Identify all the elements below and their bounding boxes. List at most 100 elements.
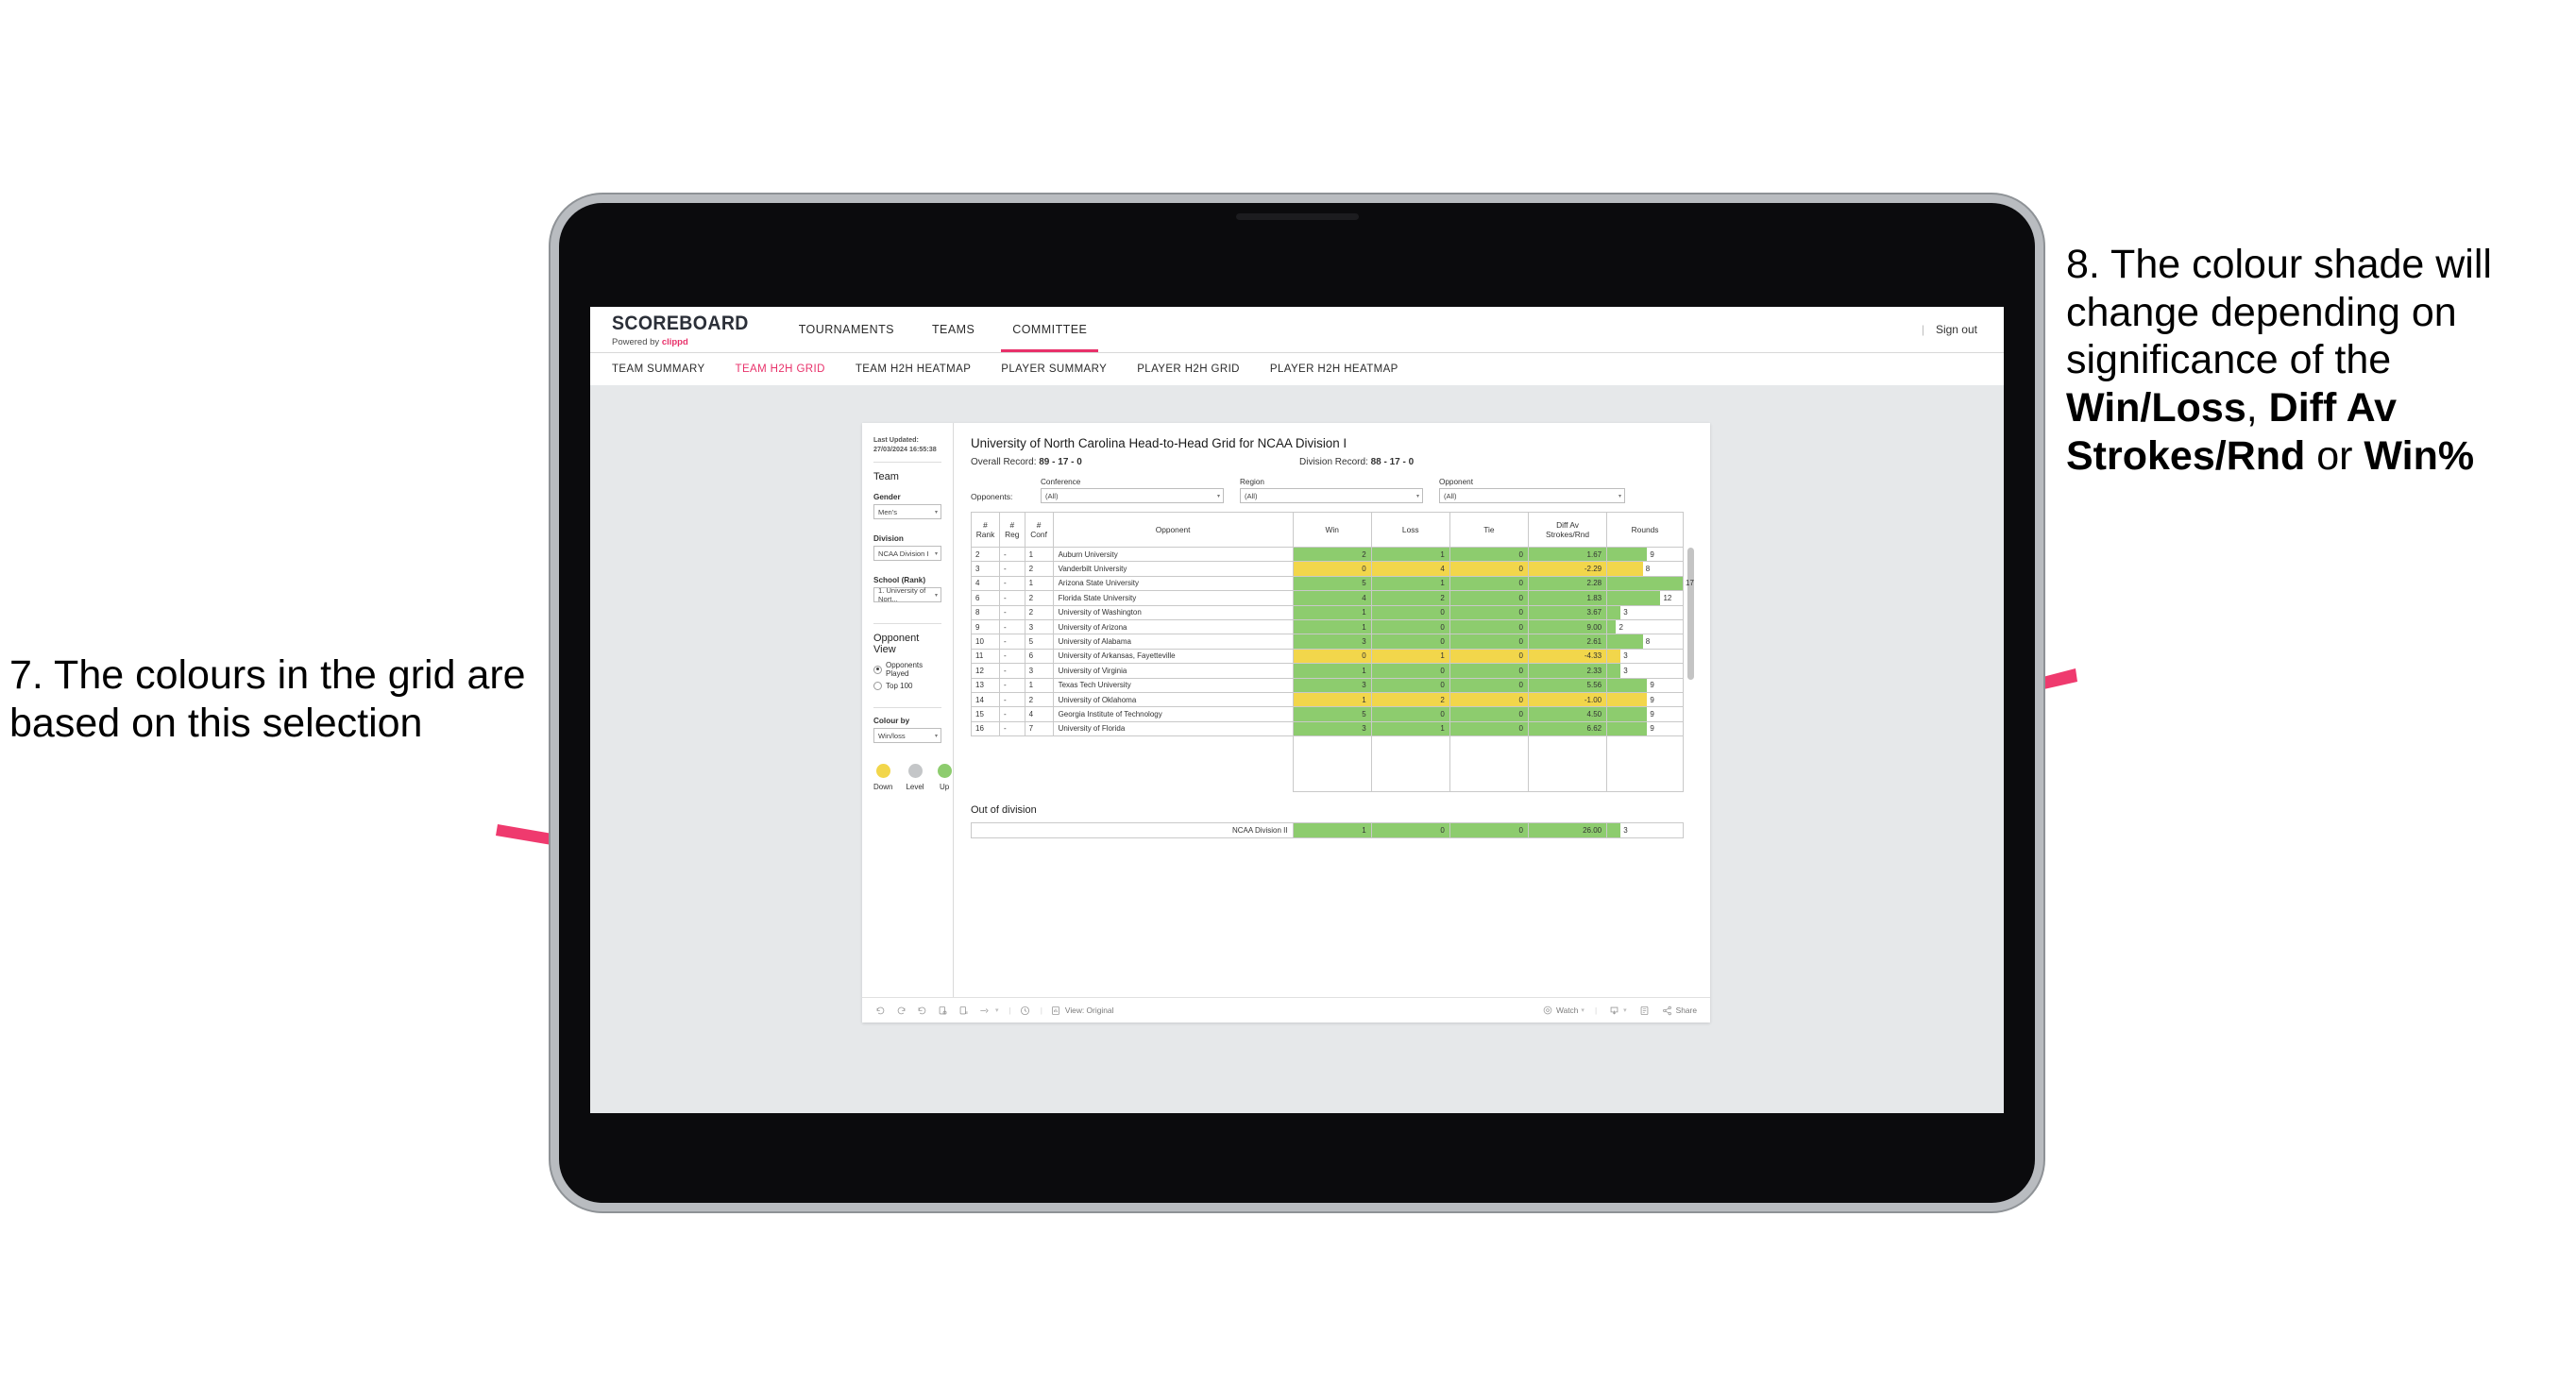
table-row[interactable]: 14-2 University of Oklahoma 1 2 0 -1.00 9 [970,691,1684,708]
school-label: School (Rank) [873,576,926,585]
cell-opponent: Georgia Institute of Technology [1052,706,1294,722]
table-row[interactable]: 16-7 University of Florida 3 1 0 6.62 9 [970,720,1684,737]
cell-tie: 0 [1449,706,1529,722]
share-button[interactable]: Share [1662,1006,1697,1016]
cell-rounds: 9 [1606,691,1684,708]
out-of-division-row[interactable]: NCAA Division II 1 0 0 26.00 3 [971,822,1684,839]
cell-loss: 2 [1370,590,1450,606]
cell-rounds: 3 [1606,663,1684,679]
table-vertical-scrollbar[interactable] [1687,548,1694,680]
cell-loss: 1 [1370,546,1450,563]
subnav-item-player-h2h-heatmap[interactable]: PLAYER H2H HEATMAP [1270,363,1398,375]
filter-conference-select[interactable]: (All) ▾ [1041,488,1224,503]
divider [873,623,941,625]
table-row[interactable]: 8-2 University of Washington 1 0 0 3.67 3 [970,604,1684,620]
cell-reg: - [999,604,1025,620]
filter-region-select[interactable]: (All) ▾ [1240,488,1423,503]
col-loss[interactable]: Loss [1370,512,1450,548]
col-opponent[interactable]: Opponent [1052,512,1294,548]
radio-opponents-played[interactable]: Opponents Played [873,661,941,678]
cell-rounds: 8 [1606,561,1684,577]
radio-top-100[interactable]: Top 100 [873,682,941,691]
colour-by-select[interactable]: Win/loss ▾ [873,728,941,744]
division-select[interactable]: NCAA Division I ▾ [873,546,941,562]
table-row[interactable]: 6-2 Florida State University 4 2 0 1.83 12 [970,590,1684,606]
col-rounds[interactable]: Rounds [1606,512,1684,548]
cell-conf: 3 [1024,618,1054,635]
signout-link[interactable]: Sign out [1936,323,1977,336]
col-diff[interactable]: Diff Av Strokes/Rnd [1527,512,1608,548]
cell-tie: 0 [1449,822,1530,839]
rounds-value: 3 [1623,608,1628,617]
col-win[interactable]: Win [1292,512,1372,548]
cell-win: 5 [1292,706,1372,722]
col-conf[interactable]: # Conf [1024,512,1054,548]
rounds-value: 17 [1683,579,1694,587]
table-row[interactable]: 11-6 University of Arkansas, Fayetteville… [970,648,1684,665]
rounds-value: 8 [1645,565,1651,574]
col-tie[interactable]: Tie [1449,512,1529,548]
cell-conf: 3 [1024,663,1054,679]
cell-opponent: Texas Tech University [1052,677,1294,693]
table-row[interactable]: 9-3 University of Arizona 1 0 0 9.00 2 [970,618,1684,635]
toolbar-divider: | [1008,1006,1011,1015]
revert-icon[interactable] [917,1006,927,1016]
legend-label-up: Up [939,783,950,792]
table-row[interactable]: 4-1Arizona State University5102.2817 [970,575,1694,592]
refresh-icon[interactable] [938,1006,948,1016]
colour-by-label: Colour by [873,717,910,726]
cell-loss: 1 [1370,575,1450,592]
subnav-item-team-summary[interactable]: TEAM SUMMARY [612,363,705,375]
toolbar-right-group: Watch ▾ | ▾ Share [1531,1006,1697,1016]
col-reg[interactable]: # Reg [999,512,1025,548]
cell-win: 2 [1292,546,1372,563]
fullscreen-icon[interactable] [1639,1006,1650,1016]
view-original-button[interactable]: View: Original [1051,1006,1113,1016]
subnav-item-team-h2h-heatmap[interactable]: TEAM H2H HEATMAP [856,363,971,375]
cell-tie: 0 [1449,546,1529,563]
redo-icon[interactable] [896,1006,907,1016]
rounds-bar [1607,649,1621,664]
table-row[interactable]: 12-3 University of Virginia 1 0 0 2.33 3 [970,663,1684,679]
cell-win: 1 [1292,822,1372,839]
cell-loss: 1 [1370,648,1450,665]
subnav-item-player-h2h-grid[interactable]: PLAYER H2H GRID [1137,363,1240,375]
rounds-bar [1607,678,1648,692]
cell-tie: 0 [1449,604,1529,620]
table-row[interactable]: 2-1 Auburn University 2 1 0 1.67 9 [970,546,1684,563]
watch-button[interactable]: Watch ▾ [1543,1006,1585,1015]
signout-area: | Sign out [1922,307,2004,352]
colour-by-value: Win/loss [878,731,906,740]
legend-item-level: Level [906,764,924,791]
table-row[interactable]: 3-2 Vanderbilt University 0 4 0 -2.29 8 [970,561,1684,577]
rounds-bar [1607,591,1661,605]
school-select[interactable]: 1. University of Nort... ▾ [873,586,941,603]
cell-rounds: 9 [1606,706,1684,722]
topnav-item-committee[interactable]: COMMITTEE [993,307,1106,352]
history-icon[interactable] [1020,1006,1030,1016]
subnav-item-team-h2h-grid[interactable]: TEAM H2H GRID [736,363,825,375]
download-icon[interactable]: ▾ [1609,1006,1627,1016]
pause-icon[interactable] [958,1006,969,1016]
table-row[interactable]: 13-1 Texas Tech University 3 0 0 5.56 9 [970,677,1684,693]
topnav-item-teams[interactable]: TEAMS [913,307,993,352]
table-row[interactable]: 15-4 Georgia Institute of Technology 5 0 0 4.… [970,706,1684,722]
undo-icon[interactable] [875,1006,886,1016]
cell-opponent: Arizona State University [1052,575,1294,592]
cell-rounds: 9 [1606,720,1684,737]
filter-opponent-select[interactable]: (All) ▾ [1439,488,1625,503]
table-row[interactable]: 10-5 University of Alabama 3 0 0 2.61 8 [970,634,1684,650]
cell-opponent: University of Arkansas, Fayetteville [1052,648,1294,665]
cell-rounds: 8 [1606,634,1684,650]
rounds-value: 3 [1623,666,1628,675]
gender-select[interactable]: Men's ▾ [873,504,941,520]
clear-selection-icon[interactable]: ▾ [979,1006,999,1016]
topnav-item-tournaments[interactable]: TOURNAMENTS [780,307,913,352]
subnav-item-player-summary[interactable]: PLAYER SUMMARY [1001,363,1107,375]
tablet-screen: SCOREBOARD Powered by clippd TOURNAMENTS… [590,307,2004,1113]
filter-region-label: Region [1240,478,1264,486]
legend-dot-up [937,764,952,779]
gender-value: Men's [878,507,898,516]
col-rank[interactable]: # Rank [970,512,1001,548]
cell-loss: 0 [1370,677,1450,693]
